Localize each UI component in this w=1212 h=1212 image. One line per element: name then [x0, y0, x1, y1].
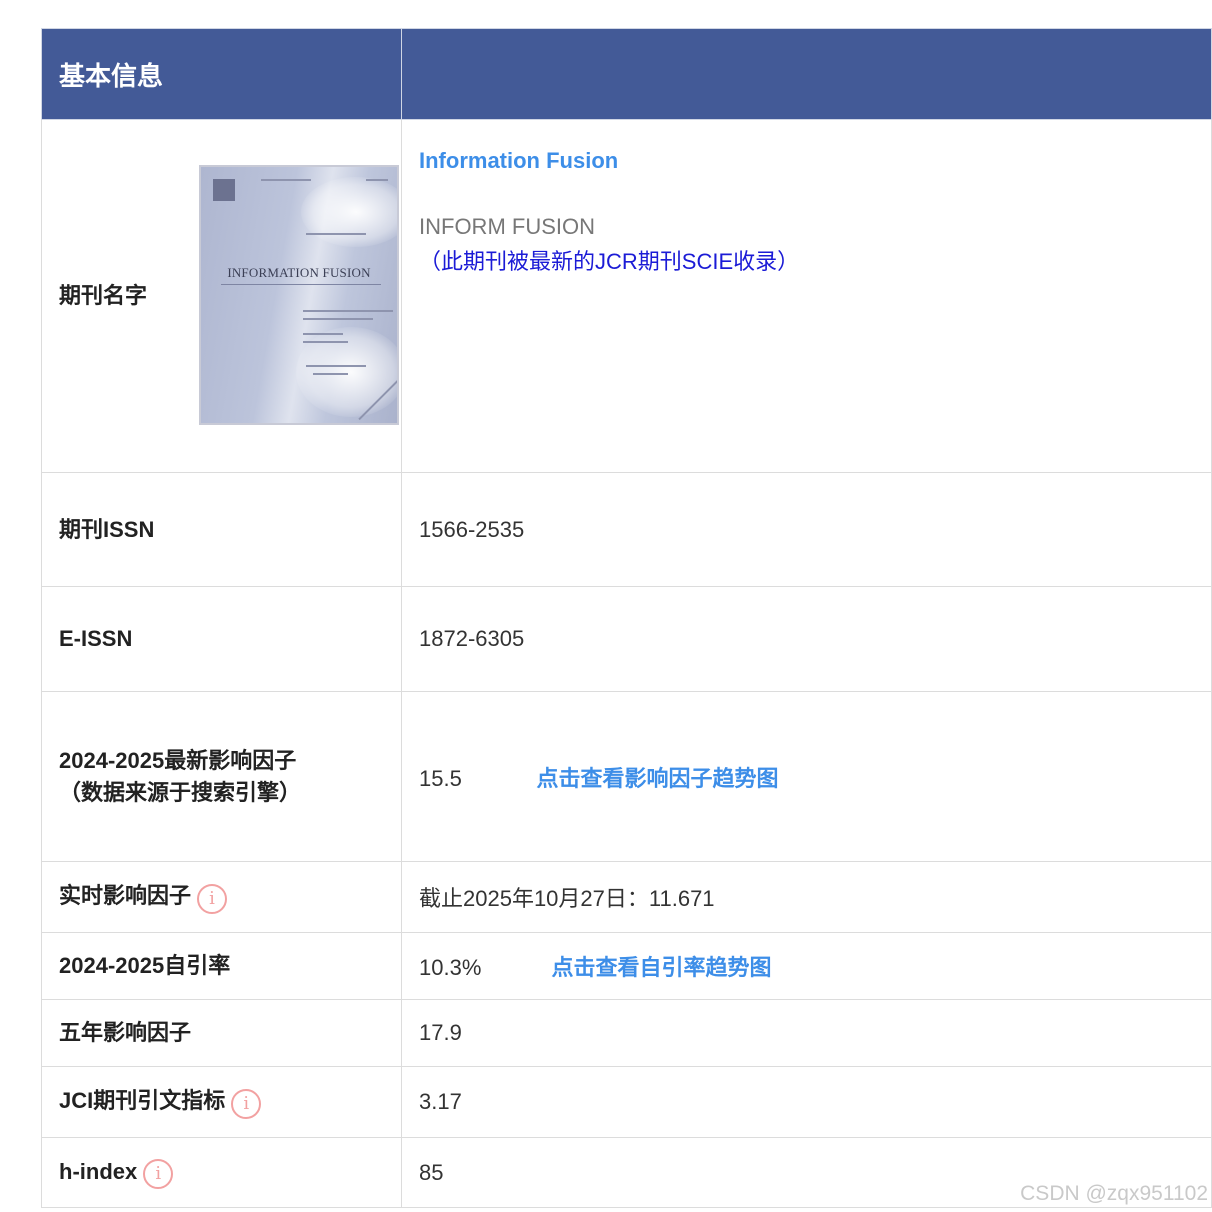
value-cell: Information Fusion INFORM FUSION （此期刊被最新…	[401, 119, 1212, 473]
header-empty-cell	[401, 28, 1212, 120]
label-cell: 期刊名字 INFORMATION FUSION	[41, 119, 402, 473]
table-row-eissn: E-ISSN 1872-6305	[41, 586, 1212, 692]
journal-cover-image: INFORMATION FUSION	[199, 165, 399, 425]
info-icon[interactable]: i	[197, 883, 228, 914]
issn-label: 期刊ISSN	[59, 516, 155, 542]
impact-factor-trend-link[interactable]: 点击查看影响因子趋势图	[536, 766, 778, 791]
table-row-issn: 期刊ISSN 1566-2535	[41, 472, 1212, 587]
jci-label: JCI期刊引文指标	[59, 1088, 226, 1114]
five-year-if-value: 17.9	[419, 1020, 462, 1045]
self-citation-label: 2024-2025自引率	[59, 953, 231, 978]
table-row-jci: JCI期刊引文指标 i 3.17	[41, 1066, 1212, 1138]
table-header-row: 基本信息	[41, 28, 1212, 120]
eissn-value: 1872-6305	[419, 626, 525, 651]
jcr-note: （此期刊被最新的JCR期刊SCIE收录）	[419, 249, 800, 274]
self-citation-trend-link[interactable]: 点击查看自引率趋势图	[551, 955, 771, 980]
csdn-watermark: CSDN @zqx951102	[1020, 1182, 1208, 1205]
journal-name-label: 期刊名字	[59, 283, 148, 308]
five-year-if-label: 五年影响因子	[59, 1020, 192, 1045]
h-index-label: h-index	[59, 1158, 138, 1184]
info-icon[interactable]: i	[231, 1088, 262, 1119]
table-row-realtime-if: 实时影响因子 i 截止2025年10月27日：11.671	[41, 861, 1212, 933]
journal-abbreviation: INFORM FUSION	[419, 214, 595, 239]
table-row-five-year-if: 五年影响因子 17.9	[41, 999, 1212, 1067]
impact-factor-source: （数据来源于搜索引擎）	[59, 779, 302, 805]
realtime-if-label: 实时影响因子	[59, 883, 192, 909]
cover-title: INFORMATION FUSION	[227, 265, 371, 280]
impact-factor-label: 2024-2025最新影响因子	[59, 747, 297, 773]
impact-factor-value: 15.5	[419, 765, 462, 791]
jci-value: 3.17	[419, 1089, 462, 1114]
self-citation-value: 10.3%	[419, 955, 482, 980]
issn-value: 1566-2535	[419, 516, 525, 542]
info-icon[interactable]: i	[143, 1159, 174, 1190]
table-row-journal-name: 期刊名字 INFORMATION FUSION Information Fusi…	[41, 119, 1212, 473]
journal-name-link[interactable]: Information Fusion	[419, 148, 618, 174]
realtime-if-value: 截止2025年10月27日：11.671	[419, 886, 715, 911]
h-index-value: 85	[419, 1159, 444, 1185]
table-row-impact-factor: 2024-2025最新影响因子 （数据来源于搜索引擎） 15.5 点击查看影响因…	[41, 691, 1212, 862]
journal-info-table: 基本信息 期刊名字 INFORMATION FUSION Information…	[41, 28, 1212, 1208]
header-title: 基本信息	[41, 28, 402, 120]
eissn-label: E-ISSN	[59, 626, 133, 651]
table-row-self-citation: 2024-2025自引率 10.3% 点击查看自引率趋势图	[41, 932, 1212, 1000]
